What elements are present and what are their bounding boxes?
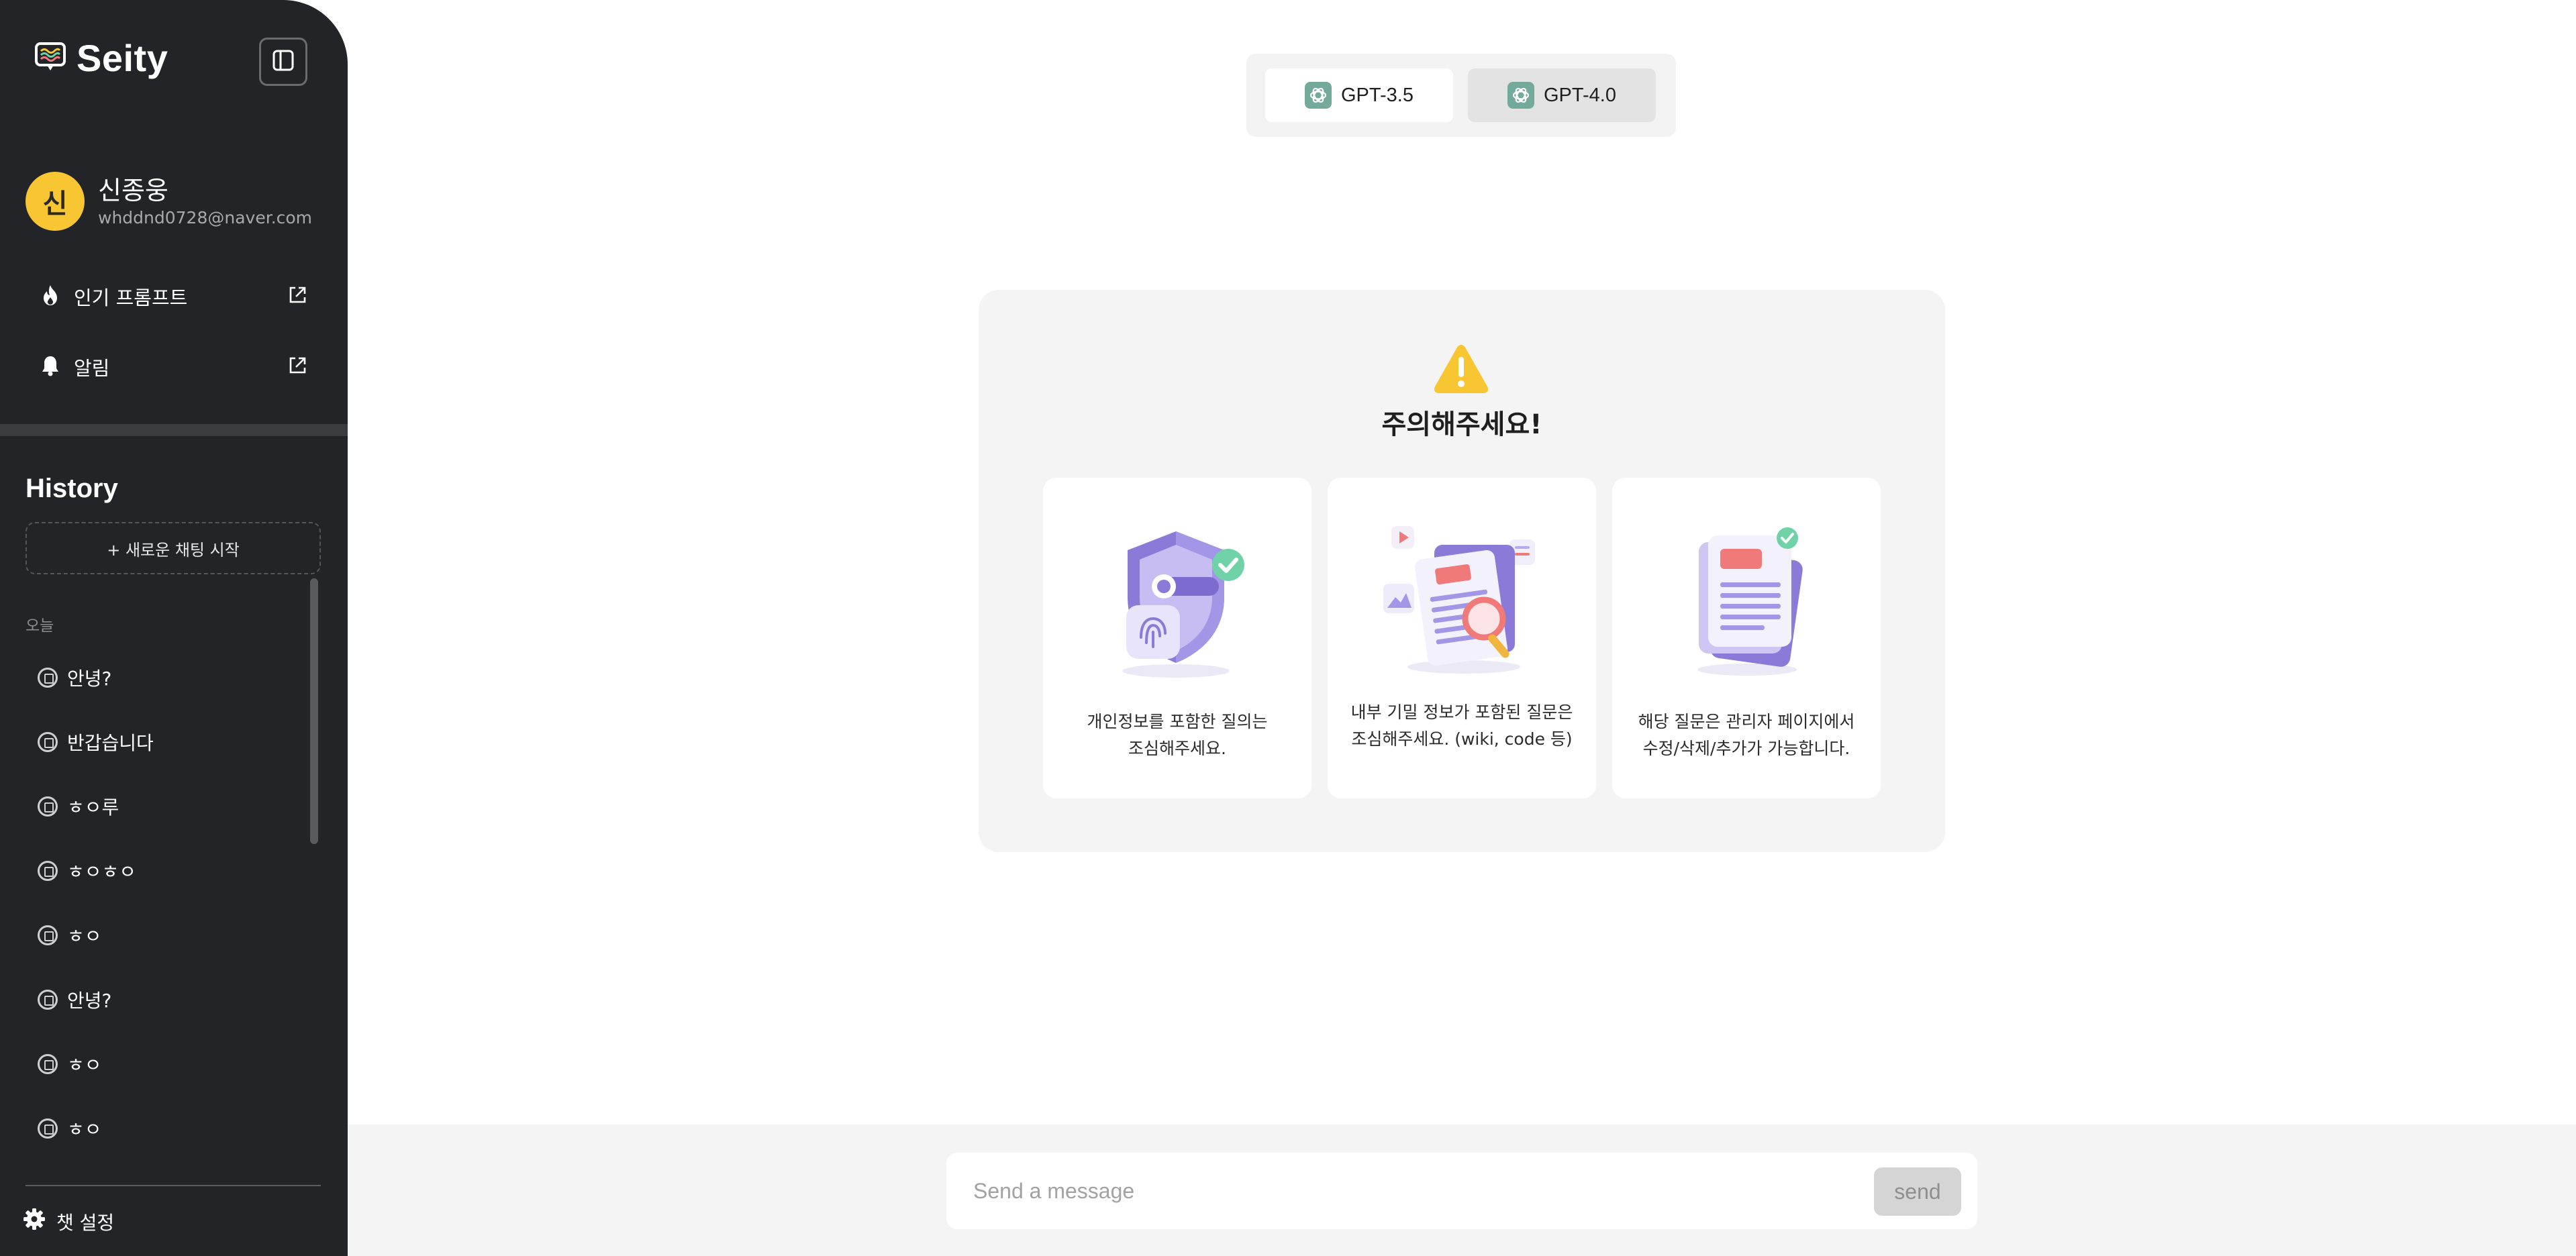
chat-doc-icon <box>38 1118 58 1139</box>
popular-prompts-link[interactable]: 인기 프롬프트 <box>40 276 307 317</box>
confidential-warning-card: 내부 기밀 정보가 포함된 질문은 조심해주세요. (wiki, code 등) <box>1328 478 1596 798</box>
notifications-link[interactable]: 알림 <box>40 347 307 387</box>
privacy-warning-card: 개인정보를 포함한 질의는 조심해주세요. <box>1043 478 1311 798</box>
shield-fingerprint-illustration <box>1043 518 1311 686</box>
new-chat-button[interactable]: + 새로운 채팅 시작 <box>26 522 321 574</box>
sidebar-bottom-divider <box>26 1185 321 1186</box>
fire-icon <box>40 284 60 309</box>
history-item-label: ㅎㅇ <box>67 1118 102 1141</box>
message-input-box: send <box>946 1153 1977 1229</box>
avatar: 신 <box>26 172 85 231</box>
composer-bar: send <box>348 1124 2576 1256</box>
chat-doc-icon <box>38 990 58 1010</box>
history-item[interactable]: ㅎㅇ <box>38 1032 306 1096</box>
warning-title: 주의해주세요! <box>1381 409 1542 440</box>
app-logo[interactable]: Seity <box>34 36 168 80</box>
chat-doc-icon <box>38 732 58 752</box>
confidential-warning-text: 내부 기밀 정보가 포함된 질문은 조심해주세요. (wiki, code 등) <box>1350 702 1573 749</box>
privacy-warning-text: 개인정보를 포함한 질의는 조심해주세요. <box>1087 712 1268 758</box>
documents-stack-illustration <box>1612 518 1881 686</box>
sidebar-panel-icon <box>272 49 295 74</box>
history-title: History <box>26 474 118 503</box>
history-item-label: ㅎㅇ <box>67 1054 102 1076</box>
history-item[interactable]: ㅎㅇ <box>38 1096 306 1161</box>
warning-icon <box>1432 342 1490 397</box>
history-group-label: 오늘 <box>26 617 54 635</box>
chat-logo-icon <box>34 40 67 76</box>
sidebar: Seity 신 신종웅 whddnd0728@naver.com 인기 프롬프트 <box>0 0 348 1256</box>
history-item-label: ㅎㅇㅎㅇ <box>67 861 137 883</box>
chat-settings-label: 챗 설정 <box>56 1211 115 1234</box>
warning-panel: 주의해주세요! 개인정보를 포함한 질의는 조심해주세요. 내부 기밀 정보가 … <box>979 290 1945 852</box>
popular-prompts-label: 인기 프롬프트 <box>74 286 188 309</box>
history-item[interactable]: ㅎㅇㅎㅇ <box>38 839 306 903</box>
history-scrollbar-thumb[interactable] <box>310 578 318 844</box>
history-item[interactable]: 안녕? <box>38 967 306 1032</box>
sidebar-toggle-button[interactable] <box>259 38 307 86</box>
document-search-illustration <box>1328 518 1596 686</box>
openai-icon <box>1305 82 1332 109</box>
model-switcher: GPT-3.5 GPT-4.0 <box>1246 54 1676 137</box>
history-item-label: 안녕? <box>67 990 112 1012</box>
openai-icon <box>1507 82 1534 109</box>
history-item-label: 안녕? <box>67 668 112 690</box>
user-profile[interactable]: 신 신종웅 whddnd0728@naver.com <box>26 172 312 231</box>
gear-icon <box>23 1208 46 1235</box>
history-item-label: ㅎㅇ <box>67 925 102 947</box>
notifications-label: 알림 <box>74 357 110 380</box>
history-item-label: 반갑습니다 <box>67 732 154 754</box>
model-gpt35-button[interactable]: GPT-3.5 <box>1265 68 1453 122</box>
chat-doc-icon <box>38 925 58 945</box>
admin-edit-card: 해당 질문은 관리자 페이지에서 수정/삭제/추가가 가능합니다. <box>1612 478 1881 798</box>
bell-icon <box>40 354 60 380</box>
chat-doc-icon <box>38 861 58 881</box>
chat-doc-icon <box>38 1054 58 1074</box>
chat-doc-icon <box>38 668 58 688</box>
message-input[interactable] <box>973 1153 1846 1229</box>
user-name: 신종웅 <box>98 176 168 205</box>
history-item[interactable]: 안녕? <box>38 645 306 710</box>
sidebar-divider <box>0 424 348 436</box>
history-list: 안녕? 반갑습니다 ㅎㅇ루 ㅎㅇㅎㅇ ㅎㅇ 안녕? ㅎㅇ ㅎㅇ <box>38 645 306 1161</box>
model-gpt35-label: GPT-3.5 <box>1341 84 1414 106</box>
history-item[interactable]: 반갑습니다 <box>38 710 306 774</box>
model-gpt40-label: GPT-4.0 <box>1544 84 1616 106</box>
history-item-label: ㅎㅇ루 <box>67 796 119 819</box>
send-button[interactable]: send <box>1874 1167 1961 1216</box>
model-gpt40-button[interactable]: GPT-4.0 <box>1468 68 1656 122</box>
external-link-icon <box>287 285 307 308</box>
chat-settings-button[interactable]: 챗 설정 <box>23 1208 114 1235</box>
history-item[interactable]: ㅎㅇ <box>38 903 306 967</box>
admin-edit-text: 해당 질문은 관리자 페이지에서 수정/삭제/추가가 가능합니다. <box>1638 712 1855 758</box>
user-email: whddnd0728@naver.com <box>98 208 313 227</box>
external-link-icon <box>287 356 307 378</box>
chat-doc-icon <box>38 796 58 817</box>
app-name: Seity <box>77 37 168 79</box>
history-item[interactable]: ㅎㅇ루 <box>38 774 306 839</box>
